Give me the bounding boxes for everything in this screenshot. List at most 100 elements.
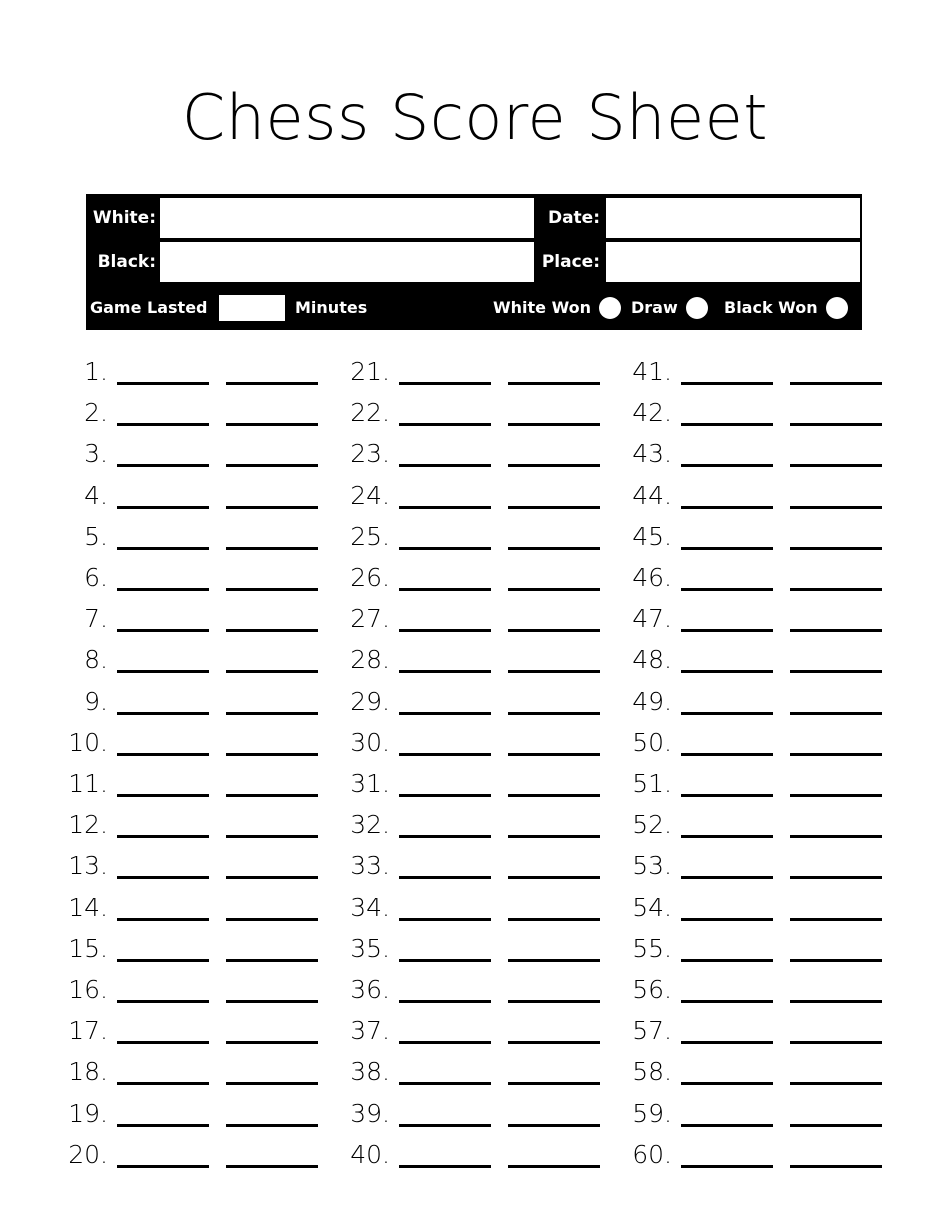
black-move-blank[interactable] (226, 670, 318, 674)
black-move-blank[interactable] (508, 752, 600, 756)
white-move-blank[interactable] (117, 752, 209, 756)
black-move-blank[interactable] (508, 958, 600, 962)
white-move-blank[interactable] (117, 1041, 209, 1045)
white-move-blank[interactable] (117, 876, 209, 880)
black-move-blank[interactable] (226, 1041, 318, 1045)
black-move-blank[interactable] (508, 794, 600, 797)
white-move-blank[interactable] (117, 917, 209, 921)
black-move-blank[interactable] (790, 835, 882, 839)
black-move-blank[interactable] (508, 1164, 600, 1168)
white-move-blank[interactable] (681, 1164, 773, 1168)
white-move-blank[interactable] (117, 423, 209, 427)
white-move-blank[interactable] (117, 1123, 209, 1127)
white-move-blank[interactable] (681, 1000, 773, 1003)
place-input[interactable] (606, 242, 860, 282)
black-move-blank[interactable] (226, 794, 318, 797)
result-option-black-won[interactable]: Black Won (724, 286, 848, 330)
black-move-blank[interactable] (790, 423, 882, 427)
black-move-blank[interactable] (790, 794, 882, 797)
black-move-blank[interactable] (508, 1082, 600, 1086)
white-move-blank[interactable] (681, 546, 773, 550)
black-move-blank[interactable] (790, 711, 882, 715)
white-move-blank[interactable] (681, 711, 773, 715)
white-move-blank[interactable] (681, 670, 773, 674)
black-move-blank[interactable] (508, 588, 600, 591)
white-move-blank[interactable] (681, 835, 773, 839)
black-move-blank[interactable] (226, 1082, 318, 1086)
black-move-blank[interactable] (790, 670, 882, 674)
black-move-blank[interactable] (508, 464, 600, 468)
white-move-blank[interactable] (399, 876, 491, 880)
white-move-blank[interactable] (399, 423, 491, 427)
black-move-blank[interactable] (790, 546, 882, 550)
white-move-blank[interactable] (681, 505, 773, 509)
black-move-blank[interactable] (790, 505, 882, 509)
white-move-blank[interactable] (399, 1164, 491, 1168)
minutes-input[interactable] (219, 295, 285, 321)
result-option-draw[interactable]: Draw (631, 286, 708, 330)
black-move-blank[interactable] (790, 382, 882, 385)
black-move-blank[interactable] (508, 917, 600, 921)
black-move-blank[interactable] (790, 1082, 882, 1086)
black-player-input[interactable] (160, 242, 534, 282)
white-move-blank[interactable] (399, 670, 491, 674)
white-move-blank[interactable] (117, 835, 209, 839)
white-move-blank[interactable] (399, 835, 491, 839)
white-move-blank[interactable] (399, 794, 491, 797)
white-move-blank[interactable] (399, 711, 491, 715)
black-move-blank[interactable] (508, 1000, 600, 1003)
white-move-blank[interactable] (399, 958, 491, 962)
white-move-blank[interactable] (117, 382, 209, 385)
white-move-blank[interactable] (117, 1164, 209, 1168)
radio-circle-icon[interactable] (599, 297, 622, 319)
black-move-blank[interactable] (790, 1164, 882, 1168)
date-input[interactable] (606, 198, 860, 238)
black-move-blank[interactable] (226, 876, 318, 880)
white-move-blank[interactable] (399, 1082, 491, 1086)
white-move-blank[interactable] (399, 629, 491, 633)
white-move-blank[interactable] (681, 876, 773, 880)
black-move-blank[interactable] (226, 1000, 318, 1003)
radio-circle-icon[interactable] (825, 297, 848, 319)
black-move-blank[interactable] (790, 1041, 882, 1045)
radio-circle-icon[interactable] (685, 297, 708, 319)
black-move-blank[interactable] (790, 629, 882, 633)
black-move-blank[interactable] (790, 1123, 882, 1127)
white-move-blank[interactable] (681, 423, 773, 427)
white-move-blank[interactable] (681, 629, 773, 633)
black-move-blank[interactable] (790, 588, 882, 591)
white-move-blank[interactable] (117, 588, 209, 591)
black-move-blank[interactable] (790, 1000, 882, 1003)
white-move-blank[interactable] (399, 505, 491, 509)
black-move-blank[interactable] (508, 711, 600, 715)
white-move-blank[interactable] (681, 958, 773, 962)
white-move-blank[interactable] (681, 1123, 773, 1127)
black-move-blank[interactable] (226, 1164, 318, 1168)
black-move-blank[interactable] (790, 752, 882, 756)
black-move-blank[interactable] (508, 835, 600, 839)
white-move-blank[interactable] (681, 794, 773, 797)
white-move-blank[interactable] (399, 464, 491, 468)
white-move-blank[interactable] (117, 958, 209, 962)
black-move-blank[interactable] (226, 711, 318, 715)
black-move-blank[interactable] (226, 958, 318, 962)
black-move-blank[interactable] (226, 423, 318, 427)
black-move-blank[interactable] (790, 464, 882, 468)
black-move-blank[interactable] (226, 835, 318, 839)
white-move-blank[interactable] (117, 464, 209, 468)
black-move-blank[interactable] (790, 876, 882, 880)
white-move-blank[interactable] (681, 1041, 773, 1045)
white-move-blank[interactable] (681, 752, 773, 756)
black-move-blank[interactable] (508, 423, 600, 427)
white-player-input[interactable] (160, 198, 534, 238)
black-move-blank[interactable] (226, 588, 318, 591)
white-move-blank[interactable] (399, 1041, 491, 1045)
white-move-blank[interactable] (681, 917, 773, 921)
white-move-blank[interactable] (399, 588, 491, 591)
white-move-blank[interactable] (399, 546, 491, 550)
white-move-blank[interactable] (117, 1000, 209, 1003)
black-move-blank[interactable] (508, 382, 600, 385)
white-move-blank[interactable] (117, 505, 209, 509)
black-move-blank[interactable] (226, 752, 318, 756)
black-move-blank[interactable] (226, 464, 318, 468)
